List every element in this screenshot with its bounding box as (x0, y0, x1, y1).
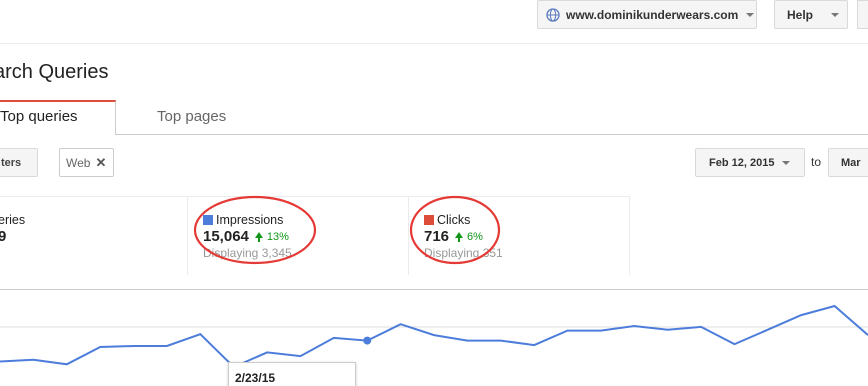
metric-queries[interactable]: eries 9 (0, 197, 188, 275)
help-label: Help (787, 7, 814, 22)
globe-icon (546, 7, 560, 22)
web-filter-chip: Web ✕ (59, 148, 114, 177)
metric-change: 13% (266, 230, 289, 243)
end-date-label: Mar (841, 157, 861, 169)
tab-top-pages[interactable]: Top pages (157, 108, 226, 125)
metric-value: 15,064 (203, 228, 249, 245)
page-title: arch Queries (0, 61, 109, 83)
metric-displaying: Displaying 351 (424, 246, 503, 260)
metric-displaying: Displaying 3,345 (203, 246, 292, 260)
metric-label: Clicks (437, 213, 471, 227)
top-bar: www.dominikunderwears.com Help (0, 0, 868, 44)
chevron-down-icon (782, 160, 791, 165)
clicks-swatch (424, 215, 434, 225)
chevron-down-icon (746, 12, 755, 17)
close-icon[interactable]: ✕ (95, 155, 106, 171)
chip-label: Web (66, 155, 91, 170)
chevron-down-icon (831, 12, 840, 17)
arrow-up-icon (254, 231, 263, 242)
to-label: to (811, 155, 822, 169)
filters-button[interactable]: ters (0, 148, 38, 177)
metric-value: 716 (424, 228, 450, 245)
impressions-line-chart[interactable] (0, 290, 868, 386)
end-date-picker[interactable]: Mar (828, 148, 868, 177)
tab-bar: Top queries Top pages (0, 100, 868, 137)
metrics-panel: eries 9 Impressions 15,064 13% Displayin… (0, 196, 630, 275)
highlighted-data-point[interactable] (363, 336, 372, 345)
impressions-series-line (0, 304, 868, 369)
overflow-button[interactable] (857, 0, 868, 29)
site-url: www.dominikunderwears.com (566, 7, 739, 22)
help-button[interactable]: Help (774, 0, 848, 29)
chart-tooltip: 2/23/15 (228, 362, 356, 386)
metric-clicks[interactable]: Clicks 716 6% Displaying 351 (409, 197, 630, 275)
tab-top-queries[interactable]: Top queries (0, 100, 116, 137)
metric-impressions[interactable]: Impressions 15,064 13% Displaying 3,345 (188, 197, 409, 275)
arrow-up-icon (455, 231, 464, 242)
metric-change: 6% (467, 230, 483, 243)
start-date-label: Feb 12, 2015 (709, 156, 775, 169)
impressions-swatch (203, 215, 213, 225)
site-selector[interactable]: www.dominikunderwears.com (537, 0, 757, 29)
metric-value: 9 (0, 228, 7, 245)
start-date-picker[interactable]: Feb 12, 2015 (695, 148, 805, 177)
metric-label: Impressions (216, 213, 284, 227)
metric-label: eries (0, 213, 26, 227)
chart-area[interactable] (0, 289, 868, 386)
